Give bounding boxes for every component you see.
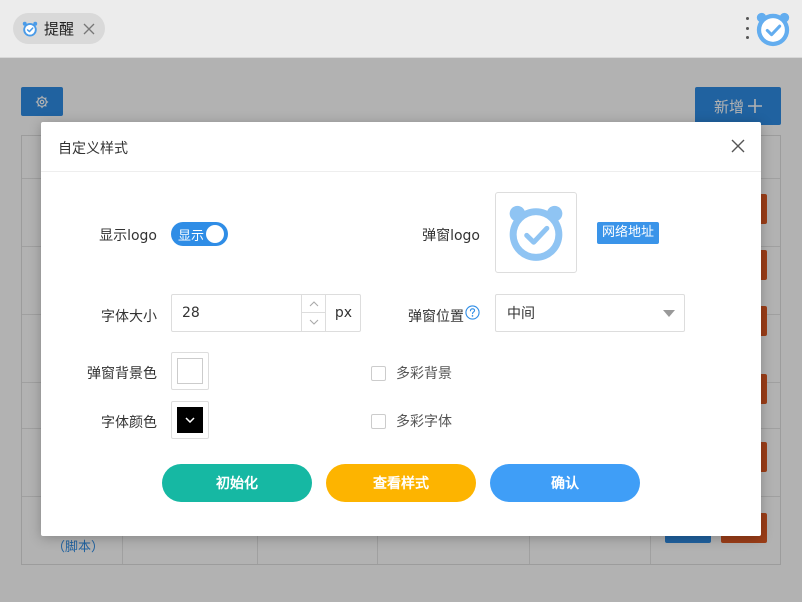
url-badge[interactable]: 网络地址 (597, 222, 660, 244)
confirm-button[interactable]: 确认 (490, 464, 640, 502)
kebab-dot (745, 26, 749, 30)
chevron-down-icon (185, 417, 195, 423)
preview-style-button[interactable]: 查看样式 (326, 464, 476, 502)
tab-label: 提醒 (44, 20, 75, 38)
kebab-dot (745, 36, 749, 39)
help-circle-icon[interactable] (465, 305, 480, 320)
alarm-clock-icon[interactable] (754, 10, 792, 48)
font-size-label: 字体大小 (101, 309, 157, 325)
font-color-label: 字体颜色 (101, 415, 157, 431)
stepper-up-button[interactable] (302, 295, 325, 313)
stepper-down-button[interactable] (302, 313, 325, 331)
font-color-picker[interactable] (171, 401, 209, 439)
bg-color-picker[interactable] (171, 352, 209, 390)
font-size-field: px (171, 294, 361, 332)
popup-logo-preview[interactable] (495, 192, 577, 273)
alarm-clock-icon (22, 21, 38, 36)
checkbox-label: 多彩背景 (396, 366, 452, 382)
checkbox-label: 多彩字体 (396, 414, 452, 430)
tab-reminder[interactable]: 提醒 (13, 13, 105, 44)
close-icon[interactable] (731, 139, 745, 153)
color-swatch (177, 358, 203, 384)
toggle-knob (206, 225, 224, 243)
chevron-up-icon (309, 300, 318, 306)
chevron-down-icon (309, 319, 318, 325)
font-size-stepper (301, 295, 325, 331)
show-logo-toggle[interactable]: 显示 (171, 222, 228, 246)
toggle-text: 显示 (178, 228, 205, 244)
init-button[interactable]: 初始化 (162, 464, 312, 502)
checkbox-box[interactable] (371, 413, 386, 429)
top-bar: 提醒 (0, 0, 802, 58)
chevron-down-icon (663, 310, 675, 317)
select-value: 中间 (507, 306, 535, 322)
color-swatch (177, 407, 203, 433)
kebab-menu-icon[interactable] (743, 17, 751, 39)
bg-color-label: 弹窗背景色 (87, 366, 157, 382)
custom-style-dialog: 自定义样式 显示logo 显示 弹窗logo 网络地址 字体大小 28 px 弹… (41, 122, 761, 536)
popup-position-label: 弹窗位置 (408, 309, 464, 325)
alarm-clock-icon (509, 205, 563, 261)
popup-logo-label: 弹窗logo (422, 228, 480, 244)
font-size-unit: px (325, 295, 361, 331)
multicolor-bg-checkbox[interactable]: 多彩背景 (371, 363, 452, 383)
close-icon[interactable] (83, 23, 95, 35)
show-logo-label: 显示logo (99, 228, 157, 244)
dialog-title: 自定义样式 (58, 141, 128, 157)
popup-position-select[interactable]: 中间 (495, 294, 685, 332)
multicolor-font-checkbox[interactable]: 多彩字体 (371, 411, 452, 431)
font-size-input[interactable] (172, 295, 302, 331)
checkbox-box[interactable] (371, 365, 386, 381)
dialog-header: 自定义样式 (41, 122, 761, 172)
kebab-dot (745, 17, 749, 20)
